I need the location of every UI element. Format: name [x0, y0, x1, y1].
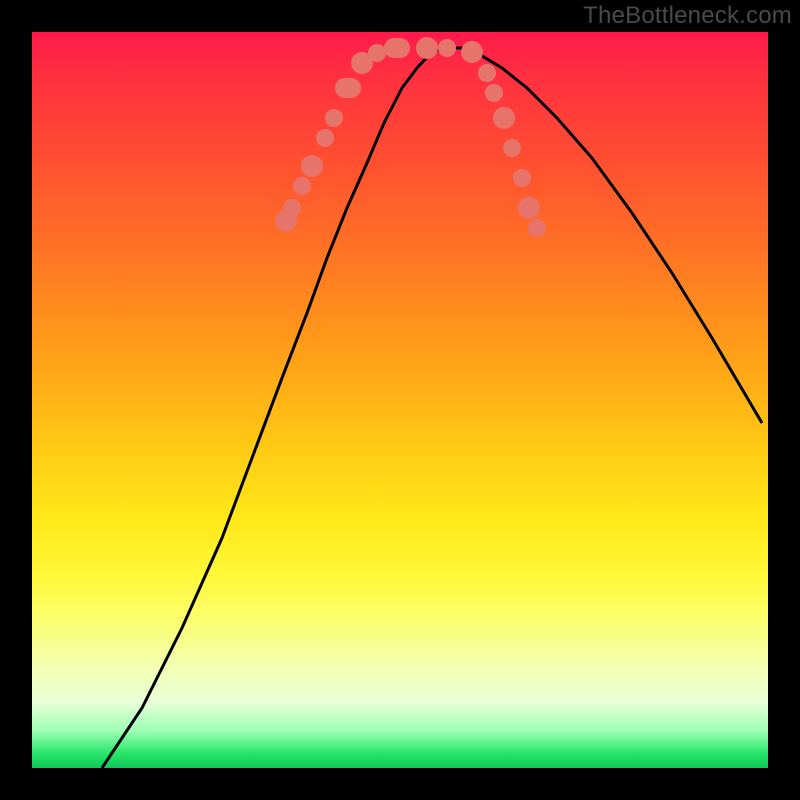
chart-frame: TheBottleneck.com: [0, 0, 800, 800]
data-point: [528, 219, 546, 237]
data-point: [485, 84, 503, 102]
data-point: [384, 38, 410, 58]
data-point: [461, 41, 483, 63]
chart-plot-area: [32, 32, 768, 768]
watermark-text: TheBottleneck.com: [583, 2, 792, 30]
data-point: [316, 129, 334, 147]
data-point: [416, 37, 438, 59]
data-point: [503, 139, 521, 157]
data-point: [513, 169, 531, 187]
bottleneck-curve: [32, 32, 768, 768]
data-point: [325, 109, 343, 127]
data-point: [283, 199, 301, 217]
data-point: [301, 155, 323, 177]
data-point: [518, 197, 540, 219]
data-point: [335, 78, 361, 98]
data-point: [478, 64, 496, 82]
data-point: [493, 107, 515, 129]
data-point: [438, 39, 456, 57]
data-point: [293, 177, 311, 195]
